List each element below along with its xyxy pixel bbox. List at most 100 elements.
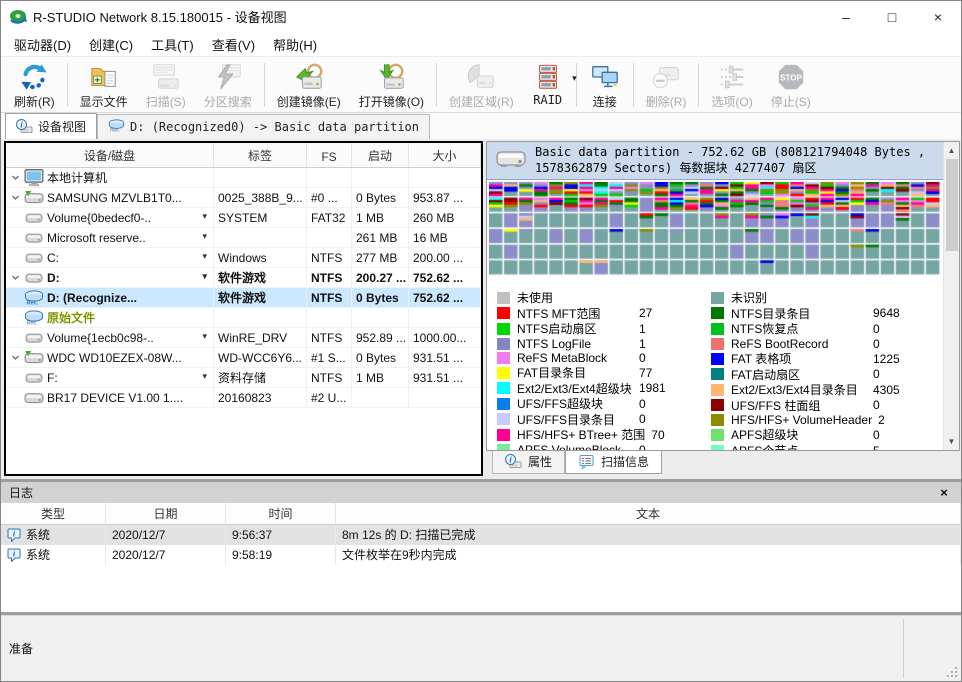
legend-item-r-2: NTFS恢复点0 [711,321,943,337]
row-dropdown-icon[interactable]: ▾ [202,271,207,282]
cell-label: WD-WCC6Y6... [214,348,307,367]
log-column-time[interactable]: 时间 [226,503,336,524]
log-column-date[interactable]: 日期 [106,503,226,524]
expander-icon[interactable] [6,173,24,182]
tree-row-6[interactable]: Rec.D: (Recognize...软件游戏NTFS0 Bytes752.6… [6,288,481,308]
tree-row-5[interactable]: D:▾软件游戏NTFS200.27 ...752.62 ... [6,268,481,288]
tab-label: 属性 [528,453,552,470]
resize-grip[interactable] [945,665,959,679]
tree-row-8[interactable]: Volume{1ecb0c98-..▾WinRE_DRVNTFS952.89 .… [6,328,481,348]
toolbar-button-connect[interactable]: 连接 [580,59,630,111]
disk-green-icon [24,191,44,205]
expander-icon[interactable] [6,353,24,362]
volume-icon [24,211,44,225]
svg-text:Rec.: Rec. [27,301,39,306]
row-dropdown-icon[interactable]: ▾ [202,251,207,262]
column-header-size[interactable]: 大小 [409,143,481,167]
legend-label: FAT目录条目 [517,364,639,381]
column-header-label[interactable]: 标签 [214,143,307,167]
tab-label: 设备视图 [38,118,86,135]
legend-label: Ext2/Ext3/Ext4超级块 [517,380,639,397]
row-dropdown-icon[interactable]: ▾ [202,231,207,242]
tab-scan-information[interactable]: 扫描信息 [565,450,662,474]
tab-properties[interactable]: i属性 [492,451,565,474]
drive-icon [495,146,527,170]
row-dropdown-icon[interactable]: ▾ [202,331,207,342]
menu-item-3[interactable]: 查看(V) [203,32,264,57]
scroll-down-icon[interactable]: ▼ [944,434,960,450]
cell-label: WinRE_DRV [214,328,307,347]
scroll-thumb[interactable] [946,159,958,251]
cell-label [214,168,307,187]
legend-label: NTFS目录条目 [731,305,873,322]
column-header-fs[interactable]: FS [307,143,352,167]
tree-row-11[interactable]: BR17 DEVICE V1.00 1....20160823#2 U... [6,388,481,408]
tab-recognized-partition[interactable]: Rec.D: (Recognized0) -> Basic data parti… [97,114,430,139]
log-column-type[interactable]: 类型 [1,503,106,524]
scroll-up-icon[interactable]: ▲ [944,142,960,158]
tree-row-0[interactable]: 本地计算机 [6,168,481,188]
expander-icon[interactable] [6,193,24,202]
block-map[interactable] [487,180,943,281]
row-dropdown-icon[interactable]: ▾ [202,211,207,222]
tree-row-7[interactable]: Rec.原始文件 [6,308,481,328]
cell-start: 0 Bytes [352,348,409,367]
cell-fs [307,228,352,247]
column-header-start[interactable]: 启动 [352,143,409,167]
legend-count: 1 [639,337,646,351]
toolbar-label: 选项(O) [711,93,752,110]
legend-color-swatch [711,323,724,335]
expander-icon[interactable] [6,273,24,282]
log-body: i系统2020/12/79:56:378m 12s 的 D: 扫描已完成i系统2… [1,525,961,565]
scan-panel-tabs: i属性扫描信息 [486,451,960,476]
log-row-1[interactable]: i系统2020/12/79:58:19文件枚举在9秒内完成 [1,545,961,565]
menu-item-4[interactable]: 帮助(H) [264,32,326,57]
legend-label: FAT启动扇区 [731,366,873,383]
legend-item-r-3: ReFS BootRecord0 [711,337,943,351]
cell-fs: NTFS [307,248,352,267]
cell-label [214,228,307,247]
toolbar-button-create-image[interactable]: 创建镜像(E) [268,59,350,111]
tree-row-9[interactable]: WDC WD10EZEX-08W...WD-WCC6Y6...#1 S...0 … [6,348,481,368]
toolbar-button-open-image[interactable]: 打开镜像(O) [350,59,433,111]
rec-icon: Rec. [24,290,44,305]
toolbar-button-raid[interactable]: ▾RAID [523,59,573,111]
toolbar-button-refresh[interactable]: 刷新(R) [5,59,64,111]
cell-size [409,168,481,187]
row-dropdown-icon[interactable]: ▾ [202,371,207,382]
tree-row-4[interactable]: C:▾WindowsNTFS277 MB200.00 ... [6,248,481,268]
info-bubble-icon: i [7,528,21,542]
device-tree-panel: ˆ 设备/磁盘 标签 FS 启动 大小 本地计算机SAMSUNG MZVLB1T… [4,141,483,476]
maximize-button[interactable]: □ [869,1,915,32]
tree-row-1[interactable]: SAMSUNG MZVLB1T0...0025_388B_9...#0 ...0… [6,188,481,208]
log-type-text: 系统 [26,526,50,543]
toolbar-button-show-files[interactable]: 显示文件 [71,59,137,111]
device-name: D: [47,271,60,285]
log-close-icon[interactable]: × [935,485,953,500]
tree-row-10[interactable]: F:▾资料存储NTFS1 MB931.51 ... [6,368,481,388]
close-button[interactable]: × [915,1,961,32]
minimize-button[interactable]: – [823,1,869,32]
menu-item-2[interactable]: 工具(T) [142,32,203,57]
tree-row-2[interactable]: Volume{0bedecf0-..▾SYSTEMFAT321 MB260 MB [6,208,481,228]
computer-icon [24,168,44,187]
menu-item-1[interactable]: 创建(C) [80,32,142,57]
open-image-icon [376,62,406,92]
dropdown-arrow-icon[interactable]: ▾ [572,73,577,84]
connect-icon [590,62,620,92]
cell-start: 200.27 ... [352,268,409,287]
menu-item-0[interactable]: 驱动器(D) [5,32,80,57]
legend-item-l-10: APFS VolumeBlock0 [497,443,707,450]
legend-count: 0 [873,367,880,381]
tab-device-view[interactable]: i设备视图 [5,113,97,139]
scan-scrollbar[interactable]: ▲ ▼ [943,142,959,450]
tree-row-3[interactable]: Microsoft reserve..▾261 MB16 MB [6,228,481,248]
legend-label: ReFS MetaBlock [517,351,639,365]
cell-size [409,388,481,407]
log-column-text[interactable]: 文本 [336,503,961,524]
cell-size: 752.62 ... [409,288,481,307]
log-row-0[interactable]: i系统2020/12/79:56:378m 12s 的 D: 扫描已完成 [1,525,961,545]
legend-label: NTFS MFT范围 [517,305,639,322]
legend-label: FAT 表格项 [731,350,873,367]
column-header-device[interactable]: 设备/磁盘 [6,143,214,167]
